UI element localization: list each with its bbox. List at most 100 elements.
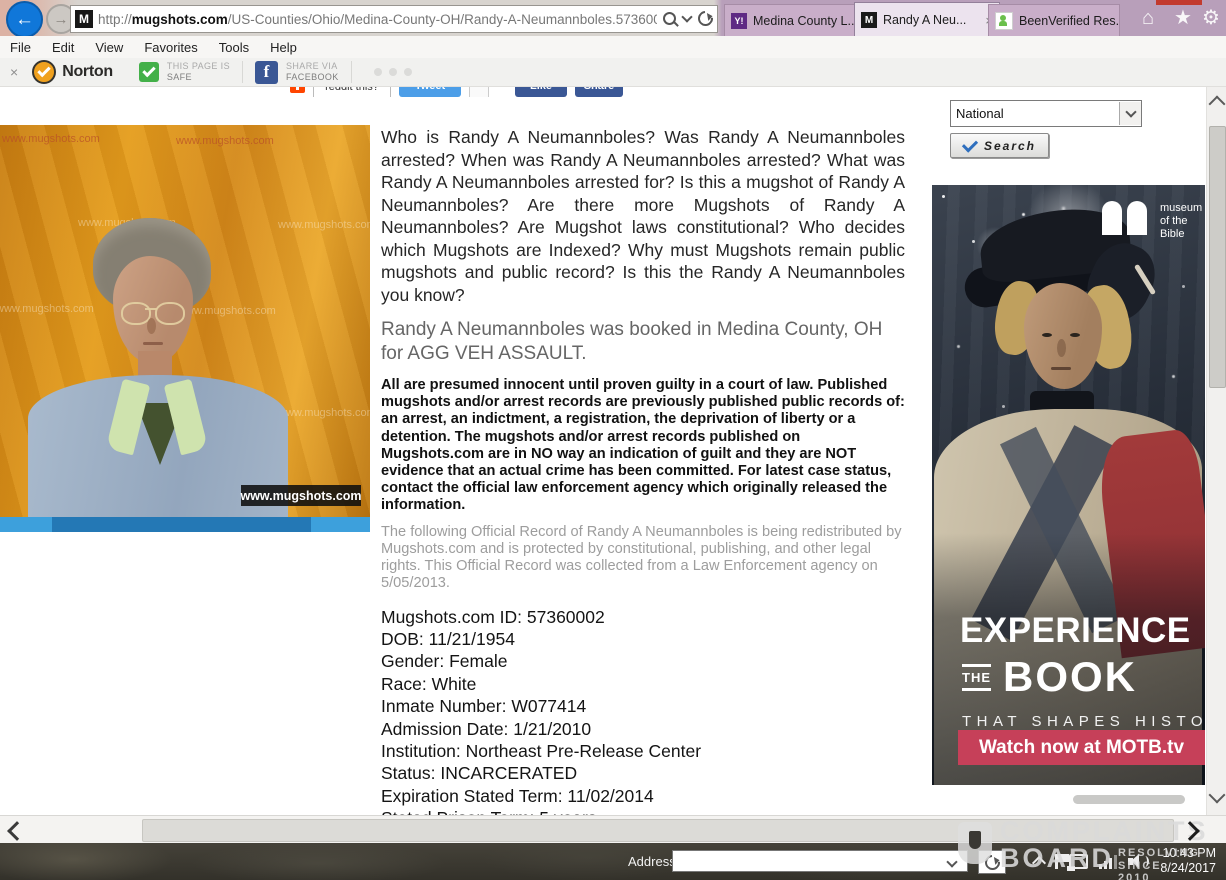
page-content: reddit this? Tweet Like Share www.mugsho… — [0, 86, 1206, 815]
motb-logo-icon — [1102, 201, 1147, 235]
facebook-share-button[interactable]: Share — [575, 86, 623, 97]
speaker-icon[interactable] — [1128, 854, 1147, 869]
official-record-paragraph: The following Official Record of Randy A… — [381, 524, 905, 592]
detail-admission-date: Admission Date: 1/21/2010 — [381, 718, 905, 740]
vertical-scrollbar[interactable] — [1206, 86, 1226, 815]
settings-gear-icon[interactable]: ⚙ — [1202, 7, 1220, 29]
signal-bars-icon[interactable] — [1099, 854, 1117, 869]
scroll-right-icon[interactable] — [1180, 821, 1200, 841]
norton-logo-icon[interactable] — [32, 60, 56, 84]
site-favicon: M — [75, 10, 93, 28]
detail-expiration-term: Expiration Stated Term: 11/02/2014 — [381, 785, 905, 807]
ad-the: THE — [962, 664, 991, 691]
share-facebook-label: SHARE VIAFACEBOOK — [286, 61, 339, 83]
photo-bottom-bar — [0, 517, 370, 532]
back-button[interactable]: ← — [6, 1, 43, 38]
glasses-icon — [155, 302, 185, 325]
browser-window: ← → M http://mugshots.com/US-Counties/Oh… — [0, 0, 1226, 880]
back-arrow-icon: ← — [15, 9, 34, 31]
detail-gender: Gender: Female — [381, 650, 905, 672]
address-label: Address — [628, 854, 676, 869]
detail-race: Race: White — [381, 673, 905, 695]
photo-watermark: www.mugshots.com — [2, 133, 100, 145]
photo-watermark: www.mugshots.com — [278, 219, 370, 231]
check-icon — [142, 64, 155, 77]
photo-source-label: www.mugshots.com — [241, 485, 361, 506]
tab-title: Medina County L... — [753, 14, 858, 28]
scroll-left-icon[interactable] — [7, 821, 27, 841]
menu-file[interactable]: File — [10, 40, 31, 55]
social-buttons-row: reddit this? Tweet Like Share — [290, 86, 770, 97]
forward-arrow-icon: → — [54, 11, 69, 28]
detail-status: Status: INCARCERATED — [381, 762, 905, 784]
taskbar-address-input[interactable] — [672, 850, 968, 872]
tab-randy-neumannboles[interactable]: M Randy A Neu... × — [854, 2, 1000, 37]
motb-logo-text: museumof theBible — [1160, 202, 1202, 241]
questions-paragraph: Who is Randy A Neumannboles? Was Randy A… — [381, 126, 905, 306]
norton-brand: Norton — [62, 63, 113, 81]
system-tray — [1034, 851, 1147, 871]
horizontal-scroll-thumb[interactable] — [142, 819, 1174, 842]
select-arrow-box[interactable] — [1119, 102, 1141, 125]
refresh-icon[interactable] — [695, 7, 716, 28]
vertical-scroll-thumb[interactable] — [1209, 126, 1226, 388]
clock-time: 10:43 PM — [1160, 846, 1216, 861]
ad-title-row: THE BOOK — [962, 657, 1137, 697]
tab-medina-county[interactable]: Y! Medina County L... — [724, 4, 866, 36]
address-bar[interactable]: M http://mugshots.com/US-Counties/Ohio/M… — [70, 5, 718, 33]
mugshots-icon: M — [861, 12, 877, 28]
region-select[interactable]: National — [950, 100, 1142, 127]
chevron-down-icon[interactable] — [681, 11, 692, 22]
facebook-icon[interactable]: f — [255, 61, 278, 84]
menu-tools[interactable]: Tools — [219, 40, 249, 55]
action-center-flag-icon[interactable] — [1055, 854, 1058, 869]
photo-watermark: www.mugshots.com — [278, 407, 370, 419]
check-icon — [962, 136, 978, 152]
safe-label: THIS PAGE ISSAFE — [167, 61, 230, 83]
toolbar-close-icon[interactable]: × — [10, 64, 18, 80]
url-text: http://mugshots.com/US-Counties/Ohio/Med… — [98, 12, 705, 27]
disclaimer-paragraph: All are presumed innocent until proven g… — [381, 377, 905, 515]
chevron-down-icon — [1125, 106, 1136, 117]
photo-watermark: www.mugshots.com — [176, 135, 274, 147]
scroll-up-icon[interactable] — [1209, 96, 1226, 113]
region-select-value: National — [951, 106, 1119, 121]
divider — [351, 61, 352, 83]
ad-cta-banner[interactable]: Watch now at MOTB.tv — [958, 730, 1205, 765]
ad-book: BOOK — [1003, 657, 1137, 697]
network-icon[interactable] — [1069, 854, 1088, 869]
reddit-icon[interactable] — [290, 86, 305, 93]
beenverified-icon — [995, 12, 1013, 30]
tweet-count — [469, 86, 489, 97]
tray-expand-icon[interactable] — [1032, 856, 1046, 870]
safe-check-icon[interactable] — [139, 62, 159, 82]
clock-date: 8/24/2017 — [1160, 861, 1216, 876]
menu-favorites[interactable]: Favorites — [144, 40, 197, 55]
tab-beenverified[interactable]: BeenVerified Res... — [988, 4, 1120, 36]
detail-inmate-number: Inmate Number: W077414 — [381, 695, 905, 717]
menu-view[interactable]: View — [95, 40, 123, 55]
browser-chrome: ← → M http://mugshots.com/US-Counties/Oh… — [0, 0, 1226, 36]
favorites-star-icon[interactable]: ★ — [1174, 7, 1192, 29]
search-button[interactable]: Search — [950, 133, 1049, 158]
menu-help[interactable]: Help — [270, 40, 297, 55]
taskbar-clock[interactable]: 10:43 PM 8/24/2017 — [1160, 846, 1216, 876]
motb-advertisement[interactable]: museumof theBible EXPERIENCE THE BOOK TH… — [932, 185, 1205, 785]
scroll-down-icon[interactable] — [1209, 787, 1226, 804]
home-icon[interactable]: ⌂ — [1142, 7, 1154, 29]
facebook-like-button[interactable]: Like — [515, 86, 567, 97]
tweet-button[interactable]: Tweet — [399, 86, 461, 97]
divider — [242, 61, 243, 83]
tab-title: Randy A Neu... — [883, 13, 966, 27]
norton-toolbar: × Norton THIS PAGE ISSAFE f SHARE VIAFAC… — [0, 58, 1226, 87]
horizontal-scrollbar[interactable] — [0, 815, 1226, 844]
article: Who is Randy A Neumannboles? Was Randy A… — [381, 122, 905, 815]
sidebar-mini-scrollbar[interactable] — [1065, 786, 1205, 812]
search-button-label: Search — [984, 139, 1036, 153]
menu-edit[interactable]: Edit — [52, 40, 74, 55]
go-refresh-button[interactable] — [978, 850, 1006, 874]
reddit-button[interactable]: reddit this? — [313, 86, 391, 97]
search-icon[interactable] — [663, 12, 676, 25]
taskbar: Address 10:43 PM 8/24/2017 — [0, 843, 1226, 880]
address-bar-controls — [657, 6, 713, 30]
